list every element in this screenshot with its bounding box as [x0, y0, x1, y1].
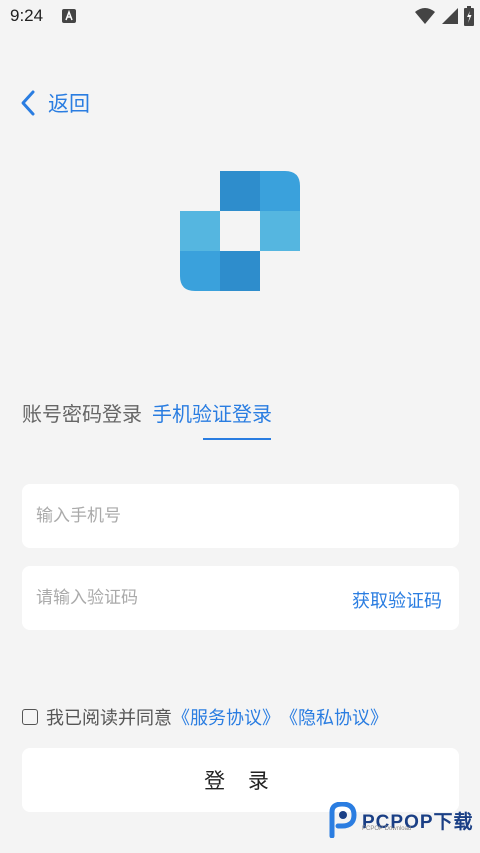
phone-field	[22, 484, 459, 548]
watermark-sub: PCPOP Download	[362, 826, 412, 832]
tab-sms-login-label: 手机验证登录	[152, 402, 272, 426]
privacy-agreement-link[interactable]: 《隐私协议》	[280, 704, 388, 730]
back-label: 返回	[48, 92, 90, 116]
status-icons	[414, 6, 474, 26]
watermark: PCPOP下载 PCPOP Download	[326, 802, 474, 838]
back-chevron-icon	[21, 90, 35, 116]
wifi-icon	[415, 8, 435, 24]
phone-input[interactable]	[22, 484, 322, 548]
agreement-row: 我已阅读并同意 《服务协议》 《隐私协议》	[22, 704, 388, 730]
get-code-button[interactable]: 获取验证码	[352, 587, 442, 613]
back-button[interactable]: 返回	[18, 88, 90, 118]
signal-icon	[442, 8, 458, 24]
agreement-text: 我已阅读并同意	[46, 708, 172, 729]
tab-sms-login[interactable]: 手机验证登录	[152, 398, 272, 427]
service-agreement-link[interactable]: 《服务协议》	[172, 704, 280, 730]
status-bar: 9:24	[0, 0, 480, 34]
status-a-icon	[62, 9, 76, 23]
watermark-logo-icon	[329, 802, 357, 838]
login-tabs: 账号密码登录 手机验证登录	[22, 398, 272, 427]
app-logo-icon	[180, 171, 300, 291]
agreement-checkbox[interactable]	[22, 709, 38, 725]
status-time: 9:24	[10, 6, 44, 25]
login-button-label: 登 录	[204, 769, 277, 793]
code-field: 获取验证码	[22, 566, 459, 630]
code-input[interactable]	[22, 566, 322, 630]
tab-password-login[interactable]: 账号密码登录	[22, 398, 142, 427]
active-tab-indicator	[203, 438, 271, 440]
battery-icon	[464, 6, 474, 26]
